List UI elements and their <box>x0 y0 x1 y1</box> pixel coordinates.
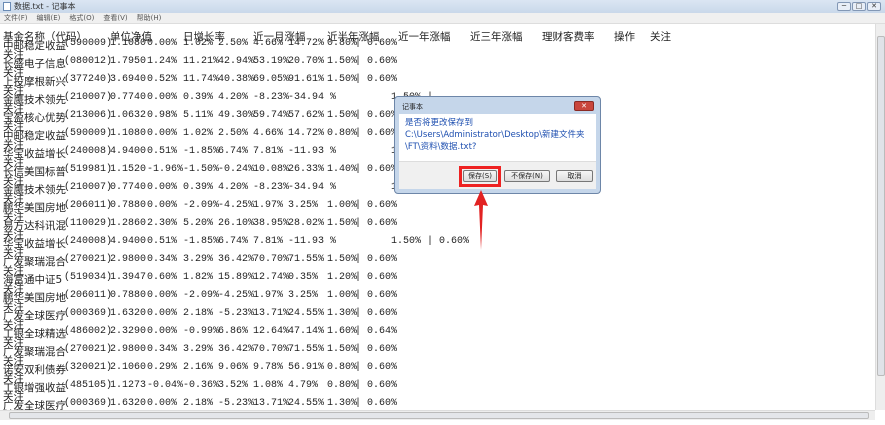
close-window-button[interactable]: ✕ <box>867 2 881 11</box>
vertical-scrollbar[interactable] <box>875 24 885 410</box>
menu-help[interactable]: 帮助(H) <box>137 13 162 23</box>
menu-edit[interactable]: 编辑(E) <box>37 13 61 23</box>
save-dialog: 记事本 ✕ 是否将更改保存到 C:\Users\Administrator\De… <box>394 96 601 194</box>
dialog-close-button[interactable]: ✕ <box>574 101 594 111</box>
dialog-title: 记事本 <box>402 103 423 111</box>
highlight-box <box>459 166 501 187</box>
dialog-message: 是否将更改保存到 C:\Users\Administrator\Desktop\… <box>399 114 596 161</box>
minimize-button[interactable]: ─ <box>837 2 851 11</box>
menu-file[interactable]: 文件(F) <box>4 13 28 23</box>
menu-bar: 文件(F) 编辑(E) 格式(O) 查看(V) 帮助(H) <box>0 13 885 24</box>
menu-view[interactable]: 查看(V) <box>103 13 127 23</box>
horizontal-scroll-thumb[interactable] <box>9 412 869 419</box>
red-arrow-annotation <box>474 190 488 250</box>
menu-format[interactable]: 格式(O) <box>69 13 94 23</box>
horizontal-scrollbar[interactable] <box>0 410 875 420</box>
notepad-icon <box>3 2 11 11</box>
dont-save-button[interactable]: 不保存(N) <box>504 170 550 182</box>
text-editor[interactable]: 基金名称（代码） 单位净值 日增长率 近一月涨幅 近半年涨幅 近一年涨幅 近三年… <box>0 24 875 410</box>
window-title: 数据.txt - 记事本 <box>14 2 76 11</box>
cancel-button[interactable]: 取消 <box>556 170 593 182</box>
vertical-scroll-thumb[interactable] <box>877 36 885 376</box>
title-bar: 数据.txt - 记事本 ─ □ ✕ <box>0 0 885 13</box>
maximize-button[interactable]: □ <box>852 2 866 11</box>
